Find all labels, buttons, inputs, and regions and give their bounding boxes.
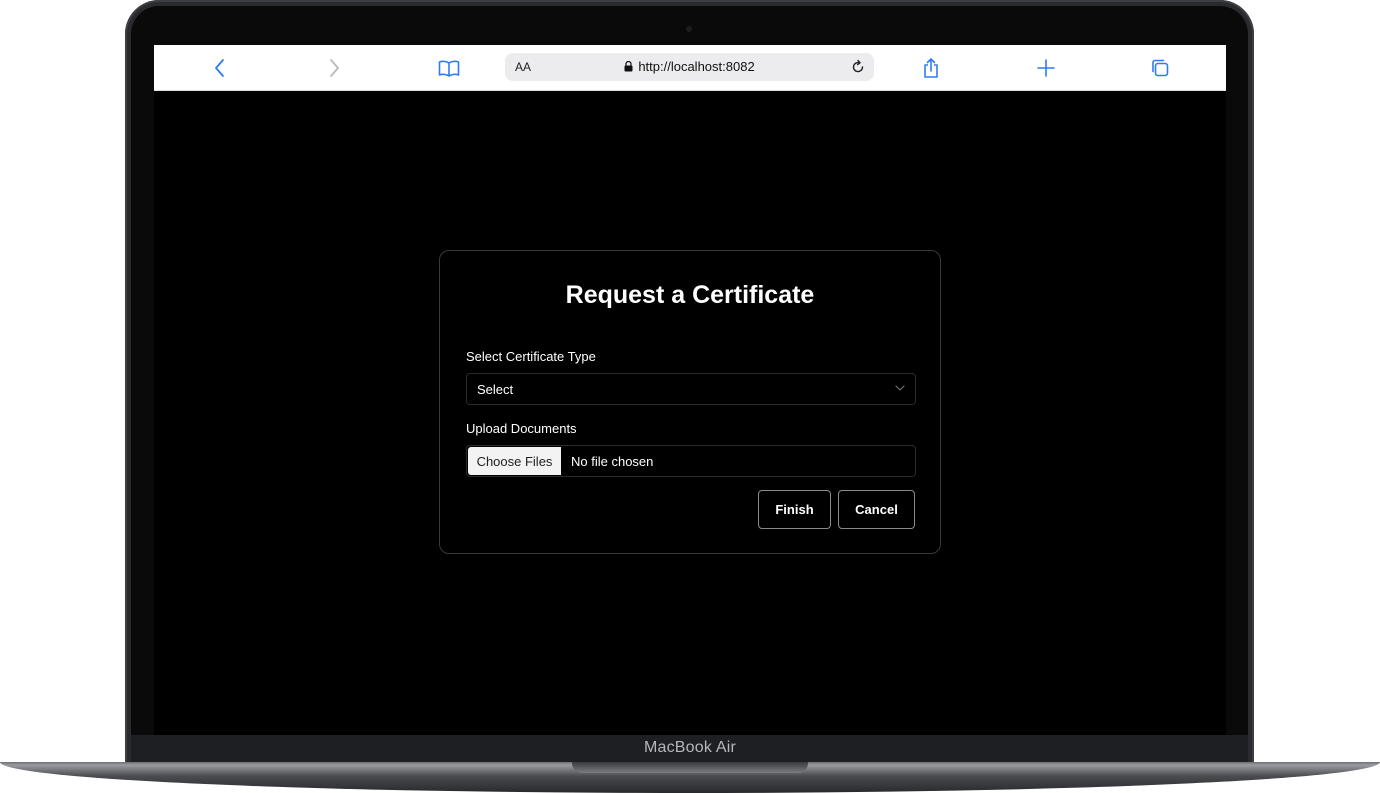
forward-button[interactable]: [322, 56, 346, 80]
certificate-type-select[interactable]: Select: [466, 373, 916, 405]
back-button[interactable]: [208, 56, 232, 80]
device-model-label: MacBook Air: [643, 739, 736, 756]
browser-toolbar: AA http://localhost:8082: [154, 45, 1226, 91]
request-certificate-dialog: Request a Certificate Select Certificate…: [439, 250, 941, 554]
screen: AA http://localhost:8082 Request a Certi…: [154, 45, 1226, 735]
finish-button[interactable]: Finish: [758, 490, 831, 529]
bookmarks-button[interactable]: [437, 56, 461, 80]
laptop-notch: [572, 762, 808, 773]
file-status-text: No file chosen: [571, 454, 654, 469]
new-tab-button[interactable]: [1034, 56, 1058, 80]
reload-icon: [852, 59, 864, 73]
chevron-down-icon: [895, 385, 905, 391]
share-button[interactable]: [919, 56, 943, 80]
book-icon: [438, 60, 460, 77]
certificate-type-label: Select Certificate Type: [466, 349, 596, 364]
certificate-type-value: Select: [477, 382, 514, 397]
reload-button[interactable]: [848, 57, 868, 77]
file-upload-input[interactable]: Choose Files No file chosen: [466, 445, 916, 477]
lock-icon: [624, 61, 633, 72]
url-text: http://localhost:8082: [638, 59, 755, 74]
choose-files-button[interactable]: Choose Files: [468, 447, 561, 475]
camera-icon: [686, 26, 692, 32]
plus-icon: [1037, 59, 1055, 77]
cancel-button[interactable]: Cancel: [838, 490, 915, 529]
chevron-right-icon: [330, 59, 339, 77]
tabs-icon: [1152, 59, 1169, 77]
dialog-title: Request a Certificate: [565, 281, 815, 309]
tabs-button[interactable]: [1148, 56, 1172, 80]
upload-documents-label: Upload Documents: [466, 421, 577, 436]
address-url: http://localhost:8082: [505, 59, 874, 74]
address-bar[interactable]: AA http://localhost:8082: [505, 53, 874, 81]
chevron-left-icon: [215, 59, 224, 77]
share-icon: [924, 58, 938, 78]
